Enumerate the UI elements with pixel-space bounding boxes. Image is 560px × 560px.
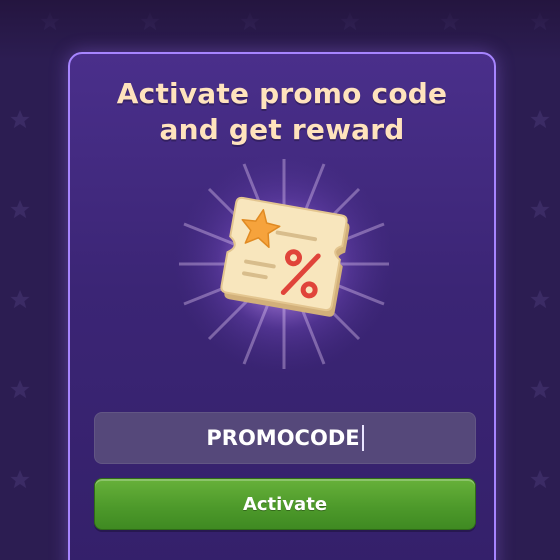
discount-ticket-icon (220, 196, 350, 317)
text-cursor (361, 425, 364, 451)
dialog-title: Activate promo code and get reward (116, 77, 448, 146)
top-shade (0, 0, 560, 60)
promo-code-dialog: Activate promo code and get reward PROMO… (68, 52, 496, 560)
activate-button[interactable]: Activate (94, 478, 476, 530)
promo-code-input[interactable]: PROMOCODE (94, 412, 476, 464)
promo-code-value: PROMOCODE (206, 426, 360, 450)
screen: Activate promo code and get reward PROMO… (0, 0, 560, 560)
